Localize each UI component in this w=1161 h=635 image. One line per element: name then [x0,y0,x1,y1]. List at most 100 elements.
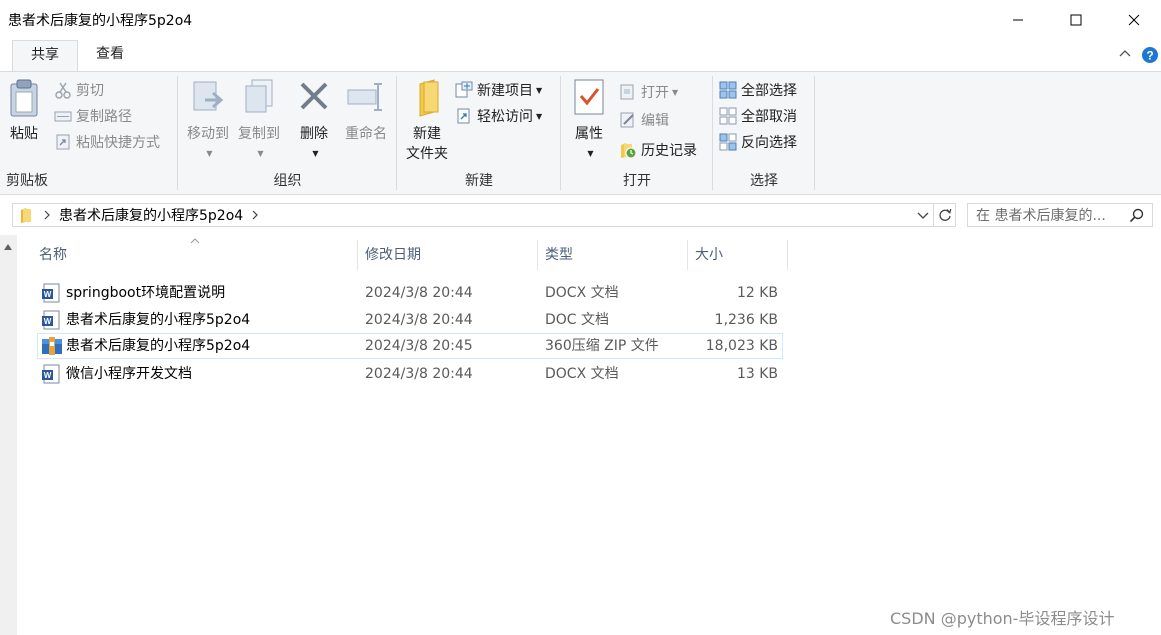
open-button[interactable]: 打开 ▼ [619,80,678,104]
folder-icon [21,208,31,223]
new-item-label: 新建项目 [477,83,533,99]
open-group-label: 打开 [623,173,651,189]
new-group: 新建 文件夹 新建项目 ▼ 轻松访问 ▼ 新建 [397,72,561,194]
vertical-scrollbar[interactable] [0,235,17,635]
copy-to-button[interactable]: 复制到 ▼ [234,78,284,164]
copy-path-icon [54,111,72,122]
column-header-name[interactable]: 名称 [30,240,358,270]
refresh-button[interactable] [934,203,956,227]
file-row[interactable]: W springboot环境配置说明 2024/3/8 20:44 DOCX 文… [37,280,783,306]
organize-group: 移动到 ▼ 复制到 ▼ 删除 ▼ 重命名 组织 [178,72,397,194]
ribbon: 粘贴 剪切 复制路径 粘贴快捷方式 剪贴板 移动到 ▼ 复制到 ▼ 删除 ▼ 重… [0,71,1161,195]
paste-label: 粘贴 [10,126,38,142]
invert-selection-button[interactable]: 反向选择 [719,130,797,154]
file-name: 微信小程序开发文档 [66,366,192,382]
history-button[interactable]: 历史记录 [619,138,697,162]
properties-label: 属性 [575,126,603,142]
dropdown-arrow-icon: ▼ [587,149,594,158]
scroll-up-icon[interactable] [3,243,13,251]
paste-shortcut-button[interactable]: 粘贴快捷方式 [54,130,160,154]
dropdown-arrow-icon: ▼ [536,111,543,121]
new-folder-button[interactable]: 新建 文件夹 [401,78,453,164]
close-button[interactable] [1105,0,1161,40]
scissors-icon [55,82,71,99]
tab-share[interactable]: 共享 [12,40,78,72]
organize-group-label: 组织 [273,173,302,189]
chevron-down-icon[interactable] [917,210,929,220]
minimize-icon [1013,19,1023,21]
column-header-size[interactable]: 大小 [686,240,788,270]
copy-path-button[interactable]: 复制路径 [54,104,132,128]
easy-access-button[interactable]: 轻松访问 ▼ [455,104,542,128]
ribbon-tabs: 共享 查看 ? [0,40,1161,72]
easy-access-icon [457,108,470,124]
file-name: 患者术后康复的小程序5p2o4 [66,338,251,354]
select-all-button[interactable]: 全部选择 [719,78,797,102]
file-type: 360压缩 ZIP 文件 [545,338,659,354]
file-name: springboot环境配置说明 [66,285,226,301]
maximize-button[interactable] [1047,0,1105,40]
svg-text:W: W [44,371,52,380]
open-icon [620,84,634,100]
collapse-ribbon-button[interactable] [1118,46,1132,64]
chevron-up-icon [1119,50,1131,57]
open-label: 打开 [641,85,669,101]
select-none-button[interactable]: 全部取消 [719,104,797,128]
select-group-label: 选择 [750,173,778,189]
new-item-icon [455,81,473,98]
file-size: 13 KB [736,366,778,382]
column-header-date[interactable]: 修改日期 [356,240,538,270]
maximize-icon [1070,14,1082,26]
file-row[interactable]: W 患者术后康复的小程序5p2o4 2024/3/8 20:44 DOC 文档 … [37,307,783,333]
help-button[interactable]: ? [1141,46,1159,68]
file-date: 2024/3/8 20:44 [365,285,473,301]
edit-label: 编辑 [641,113,669,129]
move-to-button[interactable]: 移动到 ▼ [182,78,234,164]
properties-button[interactable]: 属性 ▼ [567,78,611,164]
minimize-button[interactable] [989,0,1047,40]
file-list: 名称 修改日期 类型 大小 W springboot环境配置说明 2024/3/… [0,235,1161,635]
new-item-button[interactable]: 新建项目 ▼ [455,78,542,102]
chevron-right-icon[interactable] [43,210,51,220]
clipboard-icon [10,79,38,117]
tab-view[interactable]: 查看 [82,40,138,71]
file-size: 12 KB [736,285,778,301]
word-doc-icon: W [42,283,60,303]
file-name: 患者术后康复的小程序5p2o4 [66,312,251,328]
new-group-label: 新建 [465,173,493,189]
invert-selection-icon [719,133,737,151]
svg-text:W: W [44,317,52,326]
rename-button[interactable]: 重命名 [340,78,392,144]
rename-icon [347,83,382,111]
clipboard-group-label: 剪贴板 [6,173,48,189]
file-date: 2024/3/8 20:44 [365,312,473,328]
history-icon [621,143,637,159]
file-type: DOCX 文档 [545,366,619,382]
file-row[interactable]: W 微信小程序开发文档 2024/3/8 20:44 DOCX 文档 13 KB [37,361,783,387]
chevron-right-icon[interactable] [251,210,259,220]
refresh-icon [938,208,951,221]
breadcrumb-current[interactable]: 患者术后康复的小程序5p2o4 [59,205,243,225]
file-date: 2024/3/8 20:45 [365,338,473,354]
delete-x-icon [300,82,328,110]
easy-access-label: 轻松访问 [477,109,533,125]
rename-label: 重命名 [345,126,387,142]
dropdown-arrow-icon: ▼ [257,149,264,158]
word-doc-icon: W [42,364,60,384]
address-bar[interactable]: 患者术后康复的小程序5p2o4 [12,203,934,227]
invert-selection-label: 反向选择 [741,135,797,151]
column-header-type[interactable]: 类型 [536,240,688,270]
search-box[interactable]: 在 患者术后康复的... [967,203,1153,227]
open-group: 属性 ▼ 打开 ▼ 编辑 历史记录 打开 [561,72,713,194]
cut-label: 剪切 [76,83,104,99]
cut-button[interactable]: 剪切 [54,78,104,102]
edit-pencil-icon [620,112,634,128]
edit-button[interactable]: 编辑 [619,108,669,132]
dropdown-arrow-icon: ▼ [206,149,213,158]
move-to-label: 移动到 [187,126,229,142]
delete-button[interactable]: 删除 ▼ [292,78,336,164]
select-all-icon [719,81,737,99]
file-row[interactable]: 患者术后康复的小程序5p2o4 2024/3/8 20:45 360压缩 ZIP… [37,333,783,359]
search-placeholder: 在 患者术后康复的... [976,208,1106,224]
paste-button[interactable]: 粘贴 [4,78,44,144]
